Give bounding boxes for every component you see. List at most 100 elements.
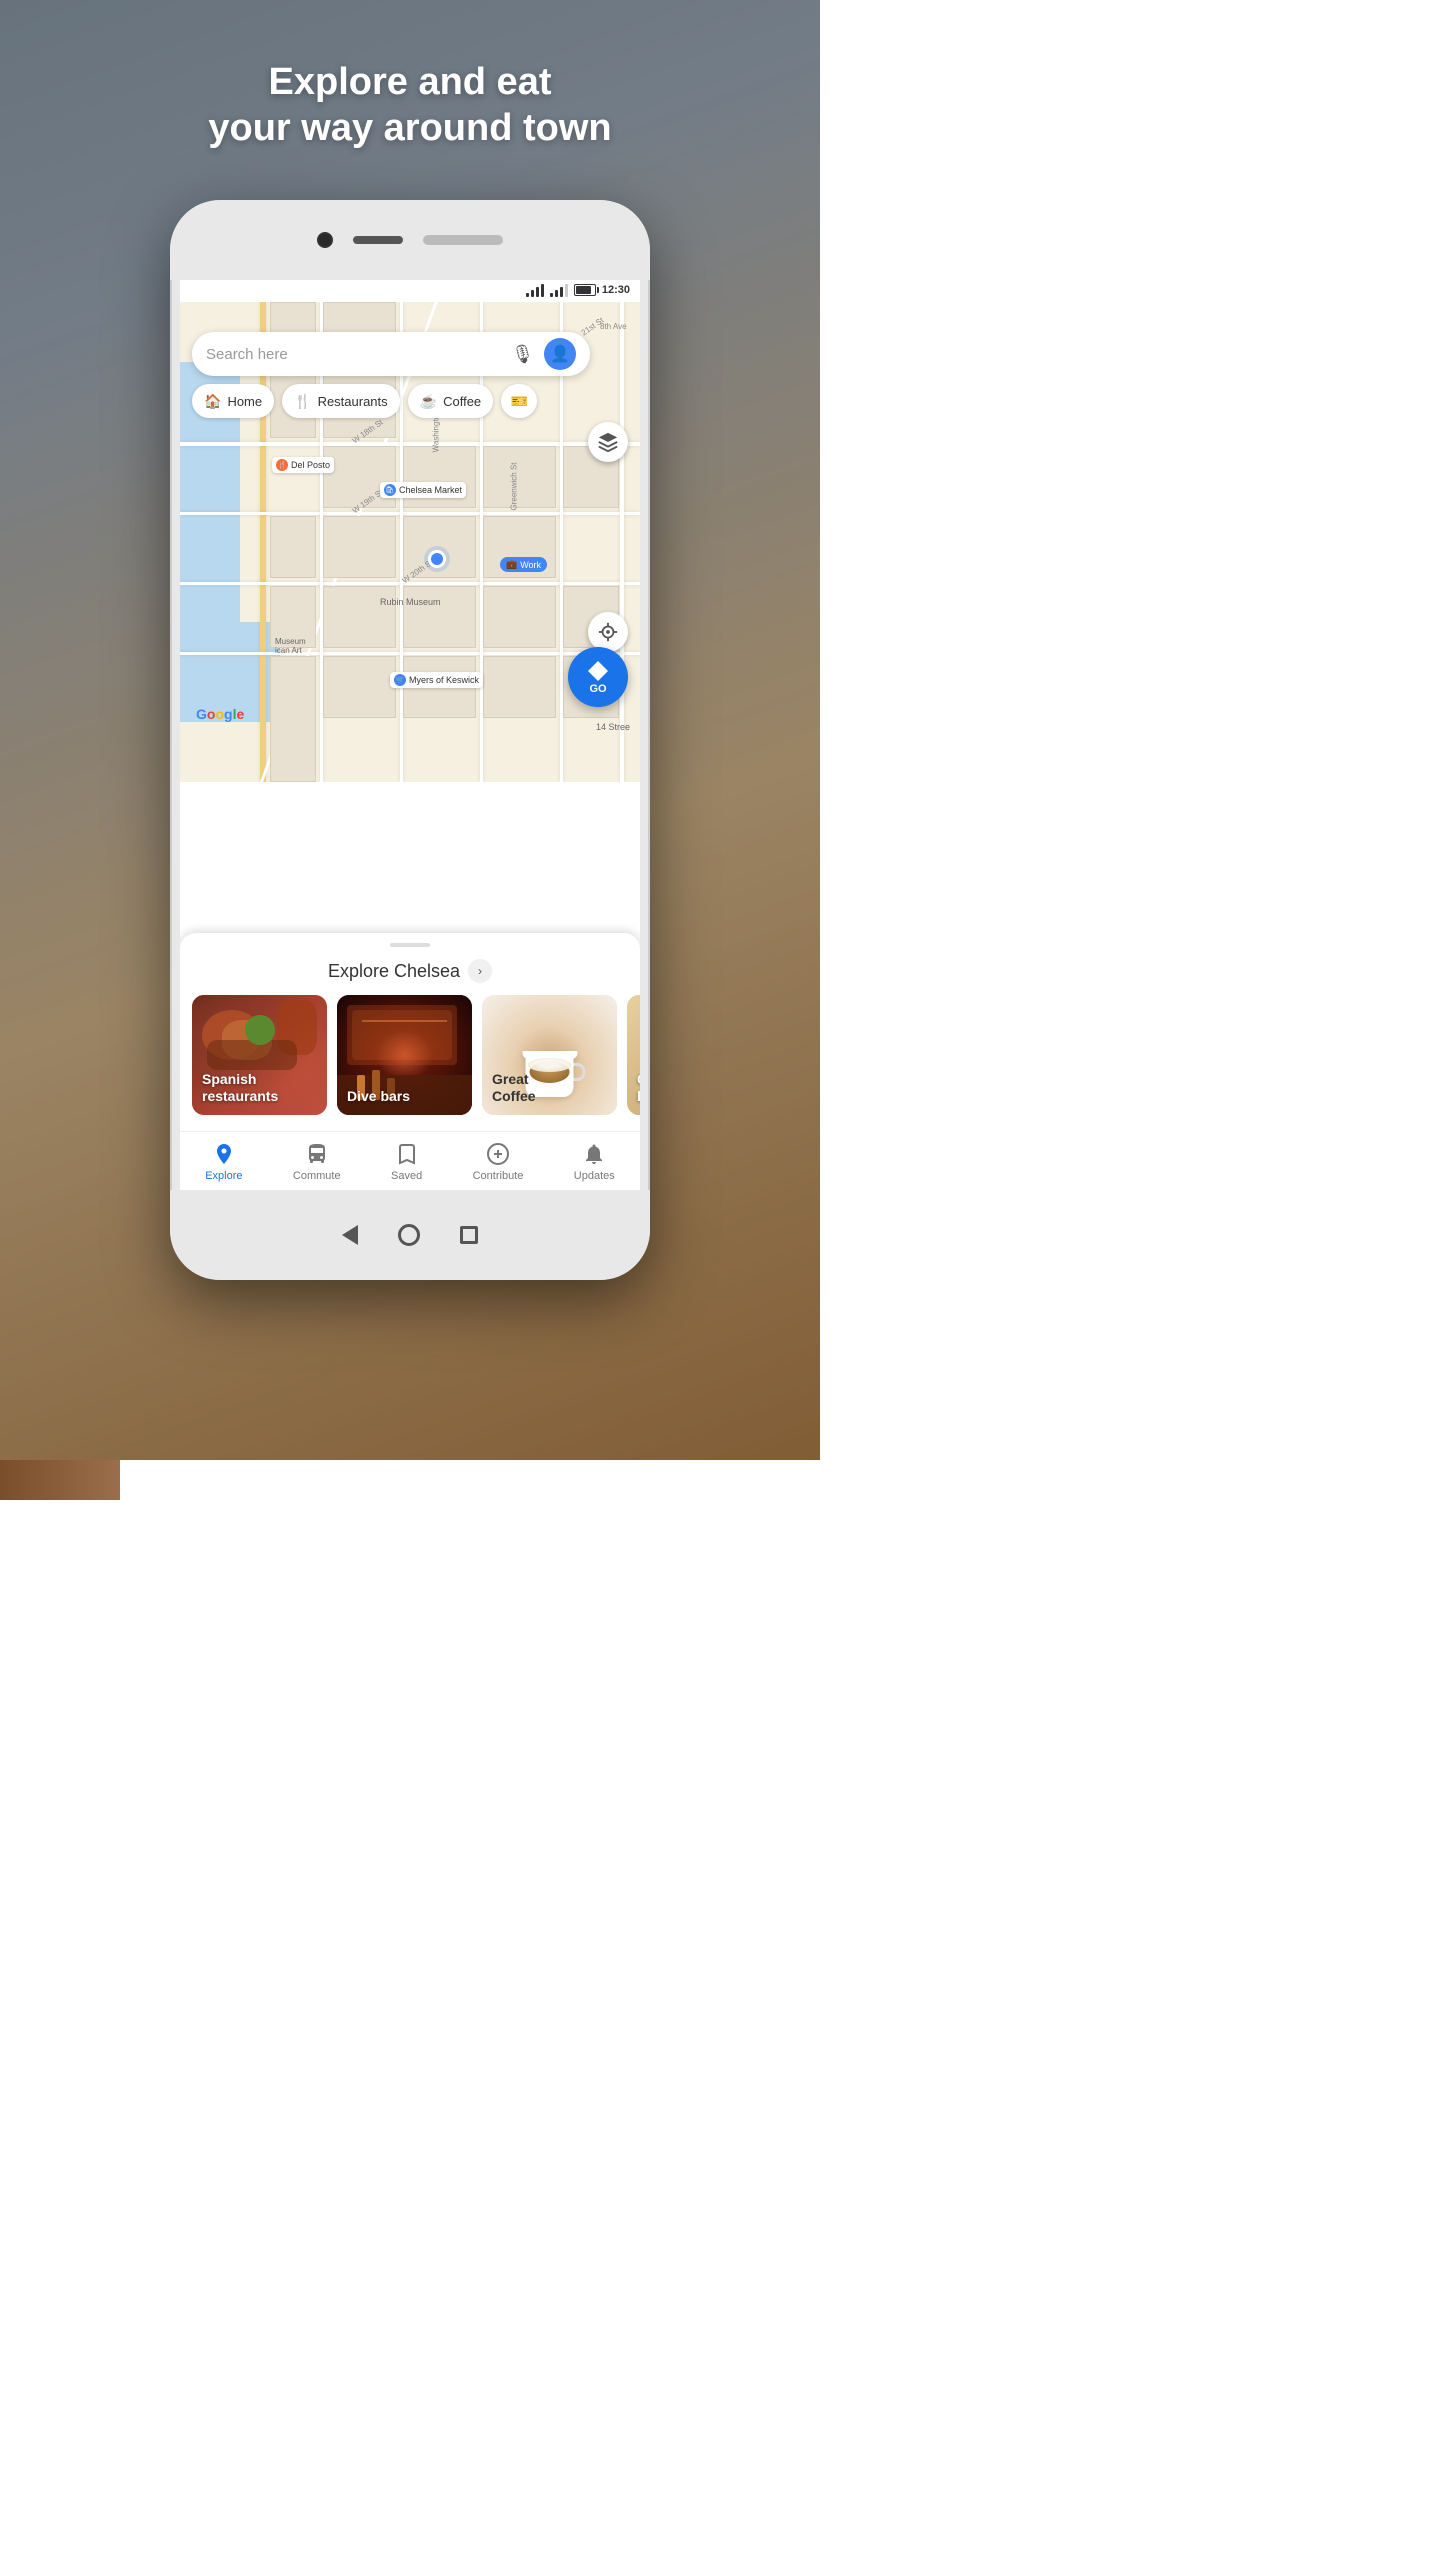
hero-title: Explore and eat your way around town [0, 60, 820, 151]
map-block-13 [403, 586, 476, 648]
ticket-icon: 🎫 [510, 393, 527, 410]
filter-more[interactable]: 🎫 [501, 384, 537, 418]
screen-content: 12:30 [180, 278, 640, 1190]
work-icon: 💼 [506, 559, 517, 570]
signal-bar-2 [531, 290, 534, 297]
signal-bar-4 [541, 284, 544, 297]
card-spanish-restaurants[interactable]: Spanish restaurants [192, 995, 327, 1115]
coffee-icon: ☕ [420, 393, 437, 410]
explore-nav-label: Explore [205, 1170, 242, 1182]
cell-bar-3 [560, 287, 563, 297]
nav-updates[interactable]: Updates [574, 1142, 615, 1182]
nav-contribute[interactable]: Contribute [473, 1142, 524, 1182]
signal-bar-3 [536, 287, 539, 297]
google-g2: g [224, 706, 233, 722]
google-e: e [236, 706, 244, 722]
museum-african-art-label: Museumican Art [275, 637, 306, 655]
chelsea-market-icon: 🛍 [384, 484, 396, 496]
bar-line [362, 1020, 447, 1022]
card-divebar-label: Dive bars [347, 1088, 410, 1105]
filter-restaurants[interactable]: 🍴 Restaurants [282, 384, 400, 418]
nav-explore[interactable]: Explore [205, 1142, 242, 1182]
cell-bar-2 [555, 290, 558, 297]
category-cards-row: Spanish restaurants [180, 995, 640, 1131]
filter-restaurants-label: Restaurants [318, 394, 388, 409]
mic-icon[interactable]: 🎙 [511, 344, 534, 365]
cell-bar-4 [565, 284, 568, 297]
map-block-4 [323, 516, 396, 578]
myers-icon-symbol: 🛒 [396, 676, 405, 684]
card-divebar-line1: Dive bars [347, 1088, 410, 1104]
card-spanish-label: Spanish restaurants [202, 1071, 278, 1105]
cellular-signal-icon [550, 284, 568, 297]
phone-top-bezel [170, 200, 650, 280]
wifi-signal-icon [526, 284, 544, 297]
quick-filters: 🏠 Home 🍴 Restaurants ☕ Coffee 🎫 [192, 384, 640, 420]
card-partial-4th[interactable]: Cb [627, 995, 640, 1115]
phone-speaker [423, 235, 503, 245]
street-label-8th: 8th Ave [600, 322, 627, 331]
restaurants-icon: 🍴 [294, 393, 311, 410]
commute-nav-label: Commute [293, 1170, 341, 1182]
card-coffee-line2: Coffee [492, 1088, 536, 1104]
saved-nav-label: Saved [391, 1170, 422, 1182]
android-recents-button[interactable] [460, 1226, 478, 1244]
work-label: Work [520, 560, 541, 570]
google-o2: o [215, 706, 224, 722]
phone-screen: 12:30 [180, 278, 640, 1190]
filter-home-label: Home [227, 394, 262, 409]
coffee-foam [528, 1058, 572, 1072]
explore-arrow-button[interactable]: › [468, 959, 492, 983]
nav-commute[interactable]: Commute [293, 1142, 341, 1182]
map-block-16 [270, 656, 316, 782]
map-block-7 [483, 446, 556, 508]
chevron-right-icon: › [478, 964, 482, 978]
del-posto-icon: 🍴 [276, 459, 288, 471]
filter-home[interactable]: 🏠 Home [192, 384, 274, 418]
status-bar: 12:30 [180, 278, 640, 302]
saved-nav-icon [395, 1142, 419, 1166]
android-back-button[interactable] [342, 1225, 358, 1245]
nav-saved[interactable]: Saved [391, 1142, 422, 1182]
map-road-v6 [620, 302, 624, 782]
del-posto-icon-symbol: 🍴 [278, 461, 287, 469]
explore-header: Explore Chelsea › [180, 955, 640, 995]
google-logo: Google [196, 706, 244, 722]
filter-coffee[interactable]: ☕ Coffee [408, 384, 494, 418]
card-spanish-line1: Spanish [202, 1071, 256, 1087]
card-great-coffee[interactable]: Great Coffee [482, 995, 617, 1115]
phone-frame: 12:30 [170, 200, 650, 1280]
explore-nav-icon [212, 1142, 236, 1166]
phone-bottom-bezel [170, 1190, 650, 1280]
card-dive-bars[interactable]: Dive bars [337, 995, 472, 1115]
map-block-3 [323, 446, 396, 508]
go-button[interactable]: GO [568, 647, 628, 707]
search-bar[interactable]: Search here 🎙 👤 [192, 332, 590, 376]
avatar-icon[interactable]: 👤 [544, 338, 576, 370]
android-home-button[interactable] [398, 1224, 420, 1246]
chelsea-market-name: Chelsea Market [399, 485, 462, 495]
map-block-14 [483, 586, 556, 648]
contribute-nav-label: Contribute [473, 1170, 524, 1182]
updates-nav-label: Updates [574, 1170, 615, 1182]
layer-button[interactable] [588, 422, 628, 462]
layer-icon [597, 431, 619, 453]
del-posto-name: Del Posto [291, 460, 330, 470]
del-posto-label: 🍴 Del Posto [272, 457, 334, 473]
map-area[interactable]: W 18th St W 19th St W 20th St 21st St 8t… [180, 302, 640, 782]
card-coffee-line1: Great [492, 1071, 529, 1087]
myers-label: 🛒 Myers of Keswick [390, 672, 483, 688]
cup-handle-shape [574, 1063, 586, 1081]
sheet-handle [390, 943, 430, 947]
bar-glow [352, 1010, 452, 1060]
current-location-marker [428, 550, 446, 568]
food-herb [245, 1015, 275, 1045]
location-button[interactable] [588, 612, 628, 652]
card-partial-label: Cb [637, 1071, 640, 1105]
home-icon: 🏠 [204, 393, 221, 410]
hero-title-line2: your way around town [0, 106, 820, 152]
card-spanish-line2: restaurants [202, 1088, 278, 1104]
phone-earpiece [353, 236, 403, 244]
14-street-label: 14 Stree [596, 722, 630, 732]
street-label-green: Greenwich St [510, 462, 519, 510]
